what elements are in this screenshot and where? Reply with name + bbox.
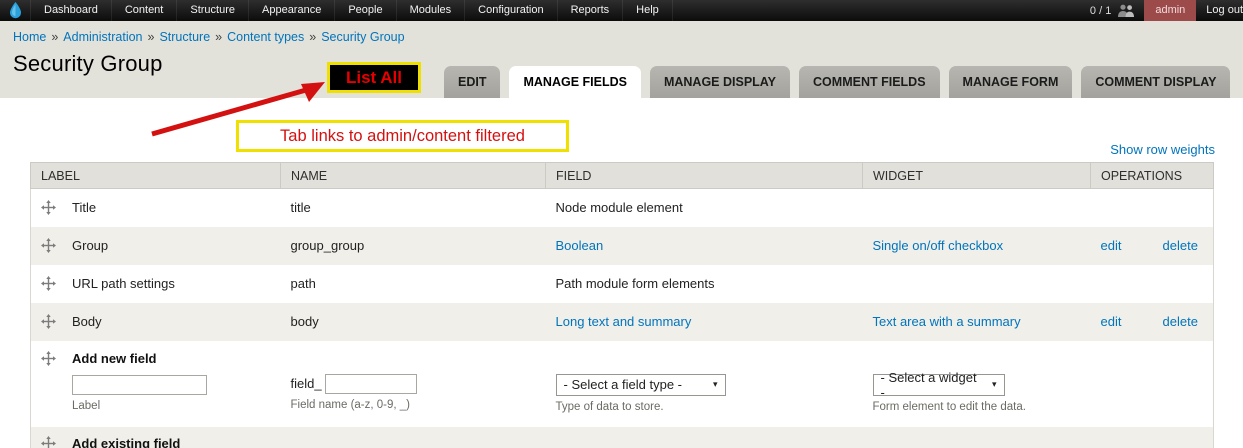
drag-handle-icon[interactable] (41, 200, 56, 216)
breadcrumb-structure[interactable]: Structure (159, 30, 210, 44)
field-widget (863, 189, 1091, 227)
breadcrumb-home[interactable]: Home (13, 30, 46, 44)
add-existing-field-title: Add existing field (72, 435, 181, 448)
field-type: Node module element (555, 200, 683, 216)
column-header-widget: WIDGET (862, 162, 1091, 189)
tab-comment-fields[interactable]: COMMENT FIELDS (799, 66, 940, 98)
new-field-name-input[interactable] (324, 373, 417, 394)
drag-handle-icon[interactable] (41, 238, 56, 253)
toolbar-item-help[interactable]: Help (623, 0, 673, 21)
main-content: Show row weights LABEL NAME FIELD WIDGET… (0, 142, 1243, 448)
column-header-name: NAME (280, 162, 546, 189)
toolbar-item-dashboard[interactable]: Dashboard (30, 0, 112, 21)
users-icon (1117, 4, 1144, 17)
dropdown-arrow-icon: ▾ (991, 379, 997, 389)
drag-handle-icon[interactable] (41, 314, 56, 329)
field-name: path (290, 276, 316, 291)
breadcrumb-content-types[interactable]: Content types (227, 30, 304, 44)
add-new-field-title: Add new field (72, 350, 157, 366)
breadcrumb-separator: » (51, 30, 59, 44)
edit-link[interactable]: edit (1101, 314, 1122, 329)
toolbar-item-reports[interactable]: Reports (558, 0, 624, 21)
current-user-button[interactable]: admin (1144, 0, 1197, 21)
field-label: URL path settings (72, 276, 175, 291)
breadcrumb-separator: » (147, 30, 155, 44)
annotation-list-all: List All (327, 62, 421, 93)
table-row: Title title Node module element (30, 188, 1214, 227)
delete-link[interactable]: delete (1163, 238, 1198, 253)
toolbar-item-configuration[interactable]: Configuration (465, 0, 558, 21)
tab-edit[interactable]: EDIT (444, 66, 501, 98)
field-type-select[interactable]: - Select a field type - ▾ (555, 373, 726, 396)
field-name-help-text: Field name (a-z, 0-9, _) (290, 398, 411, 411)
toolbar-item-people[interactable]: People (335, 0, 397, 21)
field-widget (863, 265, 1091, 303)
field-name: group_group (290, 238, 365, 253)
primary-tabs: EDIT MANAGE FIELDS MANAGE DISPLAY COMMEN… (444, 66, 1231, 106)
toolbar-menu: Dashboard Content Structure Appearance P… (30, 0, 673, 21)
manage-fields-table: LABEL NAME FIELD WIDGET OPERATIONS Title… (30, 162, 1214, 448)
widget-select[interactable]: - Select a widget - ▾ (872, 370, 1005, 400)
field-widget-link[interactable]: Text area with a summary (873, 314, 1021, 329)
field-label: Group (72, 238, 109, 253)
drag-handle-icon[interactable] (41, 435, 56, 448)
breadcrumb-separator: » (309, 30, 317, 44)
show-row-weights-link[interactable]: Show row weights (1110, 142, 1215, 157)
field-label: Body (72, 314, 102, 329)
dropdown-arrow-icon: ▾ (712, 379, 718, 389)
add-existing-field-row: Add existing field (30, 426, 1214, 448)
add-new-field-row: Add new field Label field_ Field name (a… (30, 340, 1214, 427)
drag-handle-icon[interactable] (41, 350, 56, 366)
admin-toolbar: Dashboard Content Structure Appearance P… (0, 0, 1243, 21)
table-row: Group group_group Boolean Single on/off … (30, 226, 1214, 265)
field-type-select-value: - Select a field type - (563, 377, 683, 392)
field-type-help-text: Type of data to store. (555, 400, 664, 413)
field-type-link[interactable]: Long text and summary (556, 314, 692, 329)
field-name: body (290, 314, 319, 329)
tab-manage-form[interactable]: MANAGE FORM (948, 66, 1073, 98)
label-help-text: Label (72, 399, 101, 412)
tab-manage-fields[interactable]: MANAGE FIELDS (509, 66, 641, 106)
delete-link[interactable]: delete (1163, 314, 1198, 329)
toolbar-item-modules[interactable]: Modules (397, 0, 466, 21)
field-type-link[interactable]: Boolean (556, 238, 604, 253)
field-name: title (290, 200, 311, 216)
table-row: Body body Long text and summary Text are… (30, 302, 1214, 341)
page-header: Home » Administration » Structure » Content ty… (0, 21, 1243, 106)
online-user-count: 0 / 1 (1089, 4, 1112, 17)
column-header-field: FIELD (545, 162, 863, 189)
logout-link[interactable]: Log out (1196, 0, 1243, 21)
annotation-note: Tab links to admin/content filtered (236, 120, 569, 152)
column-header-operations: OPERATIONS (1090, 162, 1214, 189)
toolbar-item-appearance[interactable]: Appearance (249, 0, 336, 21)
field-label: Title (72, 200, 97, 216)
toolbar-item-structure[interactable]: Structure (177, 0, 249, 21)
field-name-prefix: field_ (290, 376, 322, 391)
edit-link[interactable]: edit (1101, 238, 1122, 253)
table-header-row: LABEL NAME FIELD WIDGET OPERATIONS (30, 162, 1214, 189)
breadcrumb-security-group[interactable]: Security Group (321, 30, 404, 44)
widget-help-text: Form element to edit the data. (872, 400, 1026, 413)
drupal-logo-icon (0, 0, 30, 21)
field-widget-link[interactable]: Single on/off checkbox (873, 238, 1004, 253)
toolbar-item-content[interactable]: Content (112, 0, 178, 21)
column-header-label: LABEL (30, 162, 281, 189)
tab-manage-display[interactable]: MANAGE DISPLAY (649, 66, 791, 98)
tab-comment-display[interactable]: COMMENT DISPLAY (1081, 66, 1231, 98)
breadcrumb: Home » Administration » Structure » Content ty… (0, 21, 1243, 44)
breadcrumb-separator: » (215, 30, 223, 44)
widget-select-value: - Select a widget - (880, 369, 977, 400)
breadcrumb-administration[interactable]: Administration (63, 30, 142, 44)
drag-handle-icon[interactable] (41, 276, 56, 291)
field-type: Path module form elements (555, 276, 715, 291)
new-field-label-input[interactable] (72, 374, 207, 395)
table-row: URL path settings path Path module form … (30, 264, 1214, 303)
